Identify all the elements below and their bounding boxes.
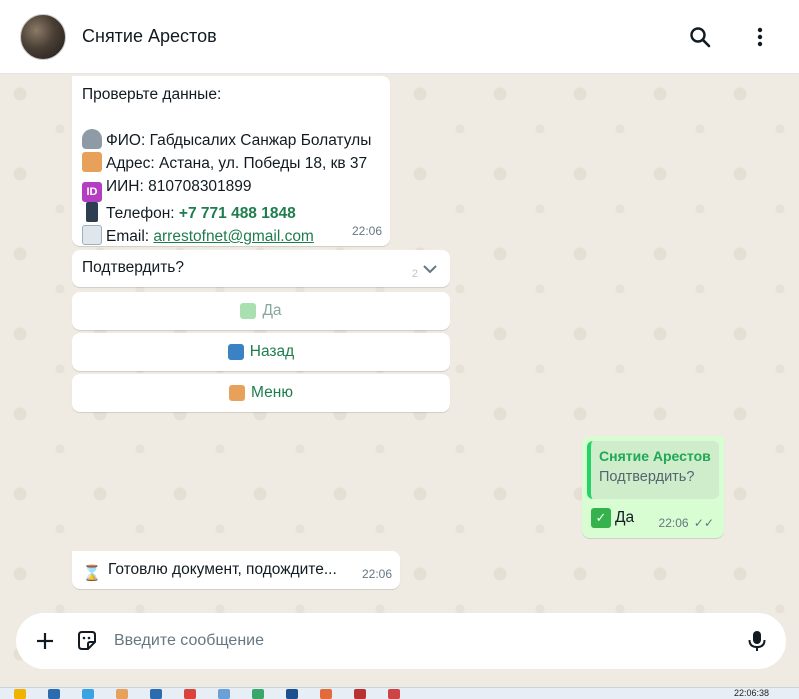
back-button[interactable]: Назад [72,333,450,371]
email-line: Email: arrestofnet@gmail.com [82,225,380,249]
envelope-icon [82,225,102,245]
header-actions [685,0,775,74]
avatar[interactable] [20,13,66,60]
app-icon[interactable] [14,689,26,699]
address-line: Адрес: Астана, ул. Победы 18, кв 37 [82,152,380,176]
outgoing-message-reply[interactable]: Снятие Арестов Подтвердить? ✓ Да 22:06 ✓… [582,436,724,538]
menu-button-home[interactable]: Меню [72,374,450,412]
os-taskbar: 22:06:38 [0,687,799,699]
quote-text: Подтвердить? [599,469,695,485]
menu-button[interactable] [745,22,775,52]
attach-button[interactable] [30,626,60,656]
address-value: Астана, ул. Победы 18, кв 37 [159,155,368,172]
app-icon[interactable] [388,689,400,699]
taskbar-apps [14,689,400,699]
person-icon [82,128,102,149]
app-icon[interactable] [354,689,366,699]
faded-time: 2 [411,268,418,280]
yes-button[interactable]: Да [72,292,450,330]
id-icon: ID [82,181,102,202]
house-icon [229,385,246,401]
app-icon[interactable] [150,689,162,699]
phone-line: Телефон: +7 771 488 1848 [82,201,380,226]
more-vertical-icon [757,27,763,47]
quote-author: Снятие Арестов [599,448,711,464]
check-mark-icon [240,303,257,319]
house-icon [82,152,102,172]
plus-icon [37,633,53,649]
search-button[interactable] [685,22,715,52]
sticker-button[interactable] [72,626,102,656]
app-icon[interactable] [184,689,196,699]
message-input[interactable] [114,632,674,650]
quoted-message[interactable]: Снятие Арестов Подтвердить? [587,441,719,499]
back-arrow-icon [227,344,244,360]
check-mark-icon: ✓ [591,508,611,529]
voice-button[interactable] [742,626,772,656]
wait-text: Готовлю документ, подождите... [108,561,337,578]
app-icon[interactable] [48,689,60,699]
app-icon[interactable] [218,689,230,699]
taskbar-clock[interactable]: 22:06:38 [734,688,769,698]
mobile-phone-icon [86,201,98,222]
iin-line: ID ИИН: 810708301899 [82,176,380,202]
message-time: 22:06 ✓✓ [658,515,714,530]
hourglass-icon: ⌛ [82,565,102,582]
chat-title[interactable]: Снятие Арестов [82,26,217,47]
chat-messages-area[interactable]: Проверьте данные: ФИО: Габдысалих Санжар… [0,74,799,682]
app-icon[interactable] [116,689,128,699]
chevron-down-icon[interactable] [420,259,440,279]
message-composer [16,613,786,669]
double-check-icon: ✓✓ [693,515,714,530]
microphone-icon [748,631,766,651]
app-icon[interactable] [320,689,332,699]
phone-link[interactable]: +7 771 488 1848 [179,205,296,222]
message-intro: Проверьте данные: [82,86,222,103]
sticker-icon [78,631,96,650]
email-link[interactable]: arrestofnet@gmail.com [153,228,313,245]
app-icon[interactable] [82,689,94,699]
incoming-message-wait[interactable]: ⌛ Готовлю документ, подождите... 22:06 [72,551,400,589]
confirm-text: Подтвердить? [82,259,185,276]
search-icon [690,27,711,48]
app-icon[interactable] [286,689,298,699]
chat-header: Снятие Арестов [0,0,799,74]
message-time: 22:06 [351,223,382,238]
fio-line: ФИО: Габдысалих Санжар Болатулы [82,128,380,153]
incoming-message-confirm[interactable]: Подтвердить? 2 [72,250,450,287]
message-time: 22:06 [361,566,392,581]
iin-value: 810708301899 [148,177,252,195]
fio-value: Габдысалих Санжар Болатулы [149,131,372,149]
incoming-message-data-check[interactable]: Проверьте данные: ФИО: Габдысалих Санжар… [72,76,390,246]
app-icon[interactable] [252,689,264,699]
reply-text: Да [615,509,635,526]
